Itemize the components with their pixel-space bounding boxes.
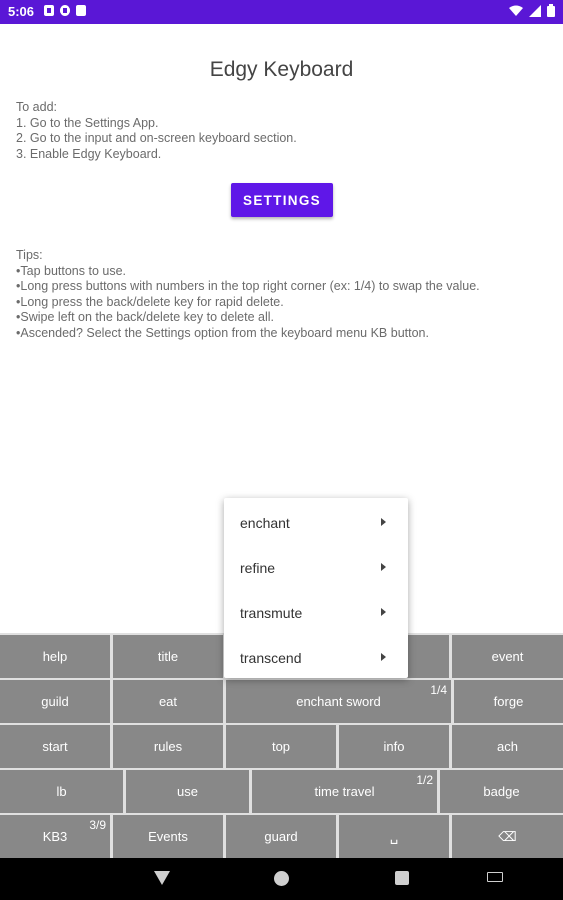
status-icons-right: [509, 4, 555, 22]
key-time-travel[interactable]: time travel 1/2: [252, 770, 437, 813]
wifi-icon: [509, 4, 523, 22]
submenu-arrow-icon: [381, 563, 386, 571]
key-guard[interactable]: guard: [226, 815, 336, 858]
key-space[interactable]: ␣: [339, 815, 449, 858]
key-eat[interactable]: eat: [113, 680, 223, 723]
key-badge[interactable]: badge: [440, 770, 563, 813]
tip-line: •Long press the back/delete key for rapi…: [16, 294, 284, 309]
instruction-line: 2. Go to the input and on-screen keyboar…: [16, 131, 297, 145]
backspace-icon: ⌫: [498, 828, 517, 844]
key-forge[interactable]: forge: [454, 680, 563, 723]
status-time: 5:06: [8, 4, 35, 19]
key-use[interactable]: use: [126, 770, 249, 813]
instruction-line: To add:: [16, 100, 58, 114]
submenu-arrow-icon: [381, 653, 386, 661]
home-icon[interactable]: [274, 871, 289, 886]
key-top[interactable]: top: [226, 725, 336, 768]
tip-line: •Tap buttons to use.: [16, 263, 127, 278]
battery-icon: [547, 4, 555, 22]
key-cycle-count: 3/9: [89, 818, 106, 832]
key-lb[interactable]: lb: [0, 770, 123, 813]
instructions: To add: 1. Go to the Settings App. 2. Go…: [16, 100, 297, 162]
menu-item-enchant[interactable]: enchant: [224, 500, 408, 545]
notification-icon: [60, 5, 70, 16]
app-title: Edgy Keyboard: [209, 58, 354, 81]
key-title[interactable]: title: [113, 635, 223, 678]
instruction-line: 3. Enable Edgy Keyboard.: [16, 146, 162, 161]
key-info[interactable]: info: [339, 725, 449, 768]
key-start[interactable]: start: [0, 725, 110, 768]
menu-item-refine[interactable]: refine: [224, 545, 408, 590]
key-guild[interactable]: guild: [0, 680, 110, 723]
tips: Tips: •Tap buttons to use. •Long press b…: [16, 248, 480, 341]
recents-icon[interactable]: [395, 871, 409, 885]
popup-menu: enchant refine transmute transcend: [224, 498, 408, 678]
status-icons-left: [44, 5, 86, 16]
back-icon[interactable]: [154, 871, 170, 885]
key-cycle-count: 1/2: [416, 773, 433, 787]
key-backspace[interactable]: ⌫: [452, 815, 563, 858]
key-event[interactable]: event: [452, 635, 563, 678]
notification-icon: [44, 5, 54, 16]
submenu-arrow-icon: [381, 608, 386, 616]
key-enchant-sword[interactable]: enchant sword 1/4: [226, 680, 451, 723]
tip-line: •Ascended? Select the Settings option fr…: [16, 325, 429, 340]
navigation-bar: [0, 858, 563, 900]
key-help[interactable]: help: [0, 635, 110, 678]
settings-button[interactable]: SETTINGS: [231, 183, 333, 217]
tip-line: •Long press buttons with numbers in the …: [16, 279, 480, 293]
tip-line: •Swipe left on the back/delete key to de…: [16, 310, 275, 324]
submenu-arrow-icon: [381, 518, 386, 526]
keyboard-switch-icon[interactable]: [487, 872, 503, 882]
key-events[interactable]: Events: [113, 815, 223, 858]
status-bar: 5:06: [0, 0, 563, 24]
menu-item-transcend[interactable]: transcend: [224, 635, 408, 680]
key-kb3[interactable]: KB3 3/9: [0, 815, 110, 858]
key-cycle-count: 1/4: [430, 683, 447, 697]
key-ach[interactable]: ach: [452, 725, 563, 768]
instruction-line: 1. Go to the Settings App.: [16, 115, 159, 130]
space-icon: ␣: [389, 828, 399, 844]
tip-line: Tips:: [16, 248, 43, 262]
signal-icon: [529, 4, 541, 22]
sd-card-icon: [76, 5, 86, 16]
menu-item-transmute[interactable]: transmute: [224, 590, 408, 635]
key-rules[interactable]: rules: [113, 725, 223, 768]
